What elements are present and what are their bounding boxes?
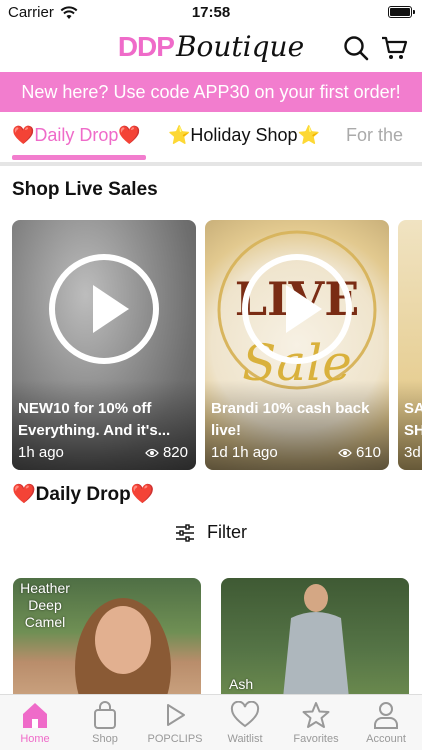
live-card[interactable]: SA SH 3d [398,220,422,470]
product-card[interactable]: Heather Deep Camel [13,578,201,698]
live-card-title: SA SH [404,400,422,439]
live-card-time: 1d 1h ago [211,444,278,461]
product-card[interactable]: Ash [221,578,409,698]
person-icon [374,702,398,729]
app-header: DDPBoutique [0,24,422,72]
home-icon [23,703,47,728]
filter-icon [176,523,194,542]
cart-icon[interactable] [380,34,408,62]
battery-icon [388,6,415,18]
bottom-tab-bar: Home Shop POPCLIPS Waitlist Favorites Ac… [0,694,422,750]
tabbar-account[interactable]: Account [351,701,421,745]
status-bar: Carrier 17:58 [0,0,422,24]
bag-icon [94,701,116,729]
live-section-title: Shop Live Sales [12,179,158,200]
live-card-time: 1h ago [18,444,64,461]
play-icon [167,704,185,726]
tabbar-home[interactable]: Home [0,701,70,745]
tabbar-label: Shop [92,733,118,745]
live-card[interactable]: NEW10 for 10% off Everything. And it's..… [12,220,196,470]
tabbar-label: Waitlist [227,733,263,745]
tabbar-favorites[interactable]: Favorites [281,701,351,745]
tabbar-shop[interactable]: Shop [70,701,140,745]
play-icon[interactable] [49,254,159,364]
tab-for-the[interactable]: For the [346,125,403,146]
live-card-title: NEW10 for 10% off Everything. And it's..… [18,400,171,439]
live-card-meta: 3d [404,444,422,461]
eye-icon [338,448,352,457]
product-variant-label: Heather Deep Camel [20,580,70,630]
promo-text: New here? Use code APP30 on your first o… [21,81,401,102]
daily-drop-title: ❤️Daily Drop❤️ [12,484,155,505]
filter-button[interactable]: Filter [0,522,422,543]
status-time: 17:58 [191,4,231,21]
live-card-time: 3d [404,444,421,461]
tabbar-waitlist[interactable]: Waitlist [210,701,280,745]
tabbar-label: Home [20,733,50,745]
tab-holiday-shop[interactable]: ⭐Holiday Shop⭐ [168,125,320,146]
eye-icon [145,448,159,457]
play-icon[interactable] [242,254,352,364]
tabbar-label: Favorites [293,733,339,745]
filter-label: Filter [207,522,247,542]
live-sales-carousel: NEW10 for 10% off Everything. And it's..… [0,220,422,470]
tabbar-popclips[interactable]: POPCLIPS [140,701,210,745]
live-card-views: 610 [355,444,381,461]
tabbar-label: POPCLIPS [147,733,203,745]
active-tab-indicator [12,155,146,160]
search-icon[interactable] [342,34,370,62]
product-variant-label: Ash [229,676,254,692]
logo-boutique: Boutique [175,30,305,63]
live-card-views: 820 [162,444,188,461]
live-card-meta: 1d 1h ago 610 [211,444,381,461]
tabbar-label: Account [366,733,406,745]
live-card[interactable]: LIVE Sale Brandi 10% cash back live! 1d … [205,220,389,470]
logo-ddp: DDP [117,31,175,62]
star-icon [302,702,330,728]
promo-banner[interactable]: New here? Use code APP30 on your first o… [0,72,422,112]
live-card-meta: 1h ago 820 [18,444,188,461]
tab-daily-drop[interactable]: ❤️Daily Drop❤️ [12,125,141,146]
heart-icon [230,701,260,728]
live-card-title: Brandi 10% cash back live! [211,400,370,439]
category-tabs: ❤️Daily Drop❤️ ⭐Holiday Shop⭐ For the [0,112,422,166]
